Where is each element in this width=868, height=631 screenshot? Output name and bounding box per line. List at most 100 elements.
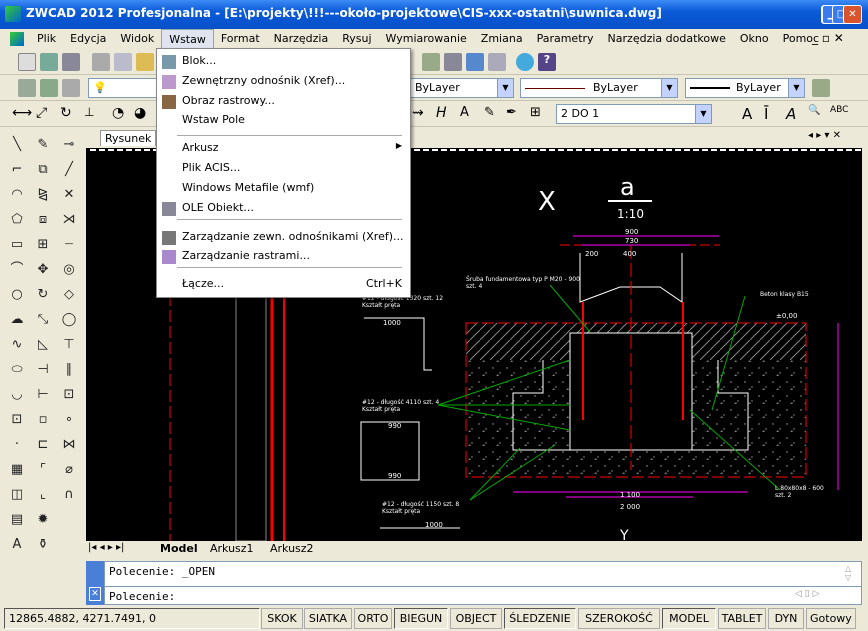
status-toggle-biegun[interactable]: BIEGUN [394,608,448,629]
status-toggle-model[interactable]: MODEL [662,608,716,629]
purge-icon[interactable]: ⚱ [34,536,52,554]
osnap-none-icon[interactable]: ⌀ [60,461,78,479]
color-combo[interactable]: ByLayer ▼ [410,78,514,98]
explode-icon[interactable]: ✹ [34,511,52,529]
arc2-icon[interactable]: ⌒ [8,261,26,279]
chevron-down-icon[interactable]: ▼ [788,79,804,97]
osnap-settings-icon[interactable]: ∩ [60,486,78,504]
status-toggle-tablet[interactable]: TABLET [718,608,766,629]
lineweight-combo[interactable]: ByLayer ▼ [685,78,805,98]
break-icon[interactable]: ▫ [34,411,52,429]
aligned-dim-icon[interactable]: ⤢ [36,105,54,123]
layers-icon[interactable] [62,79,80,97]
erase-icon[interactable]: ✎ [34,136,52,154]
copy-icon[interactable]: ⧉ [34,161,52,179]
menu-item[interactable]: Zarządzanie rastrami... [182,249,402,262]
calculator-icon[interactable] [488,53,506,71]
diameter-dim-icon[interactable]: ◕ [134,105,152,123]
menu-okno[interactable]: Okno [733,29,776,49]
ordinate-dim-icon[interactable]: ⊥ [84,105,102,123]
menu-wymiarowanie[interactable]: Wymiarowanie [379,29,474,49]
rotate-icon[interactable]: ↻ [34,286,52,304]
insert-block-icon[interactable]: ⊡ [8,411,26,429]
osnap-ext-icon[interactable]: ┈ [60,236,78,254]
menu-item[interactable]: Zewnętrzny odnośnik (Xref)... [182,74,402,87]
cloud-icon[interactable]: ☁ [8,311,26,329]
menu-widok[interactable]: Widok [113,29,161,49]
menu-narzedzia[interactable]: Narzędzia [267,29,336,49]
jogged-dim-icon[interactable]: ⇝ [412,105,430,123]
menu-rysuj[interactable]: Rysuj [335,29,378,49]
tab-nav-controls[interactable]: ◂ ▸ ▾ ✕ [808,130,841,141]
tab-scroll-buttons[interactable]: |◂ ◂ ▸ ▸| [88,542,124,553]
spline-icon[interactable]: ∿ [8,336,26,354]
linear-dim-icon[interactable]: ⟷ [12,105,32,123]
osnap-center-icon[interactable]: ◎ [60,261,78,279]
osnap-par-icon[interactable]: ∥ [60,361,78,379]
open-icon[interactable] [40,53,58,71]
command-scrollbar[interactable]: △ ▽ [845,564,859,584]
new-icon[interactable] [18,53,36,71]
command-hscrollbar[interactable]: ◁ ▯ ▷ [795,589,855,603]
osnap-node-icon[interactable]: ∘ [60,411,78,429]
help-icon[interactable]: ? [538,53,556,71]
dim-edit-icon[interactable]: ✎ [484,105,502,123]
move-icon[interactable]: ✥ [34,261,52,279]
dimstyle-combo[interactable]: 2 DO 1 ▼ [556,104,712,124]
plot-style-icon[interactable] [812,79,830,97]
menu-zmiana[interactable]: Zmiana [474,29,530,49]
mdi-controls[interactable]: _ ▫ ✕ [812,31,844,45]
tab-model[interactable]: Model [160,542,198,555]
status-toggle-skok[interactable]: SKOK [261,608,303,629]
circle-icon[interactable]: ○ [8,286,26,304]
menu-wstaw[interactable]: Wstaw [161,29,214,49]
osnap-ins-icon[interactable]: ⊡ [60,386,78,404]
preview-icon[interactable] [114,53,132,71]
menu-item[interactable]: Wstaw Pole [182,113,402,126]
osnap-quad-icon[interactable]: ◇ [60,286,78,304]
print-icon[interactable] [92,53,110,71]
radius-dim-icon[interactable]: ◔ [112,105,130,123]
table-icon[interactable]: ▤ [8,511,26,529]
hatch-icon[interactable]: ▦ [8,461,26,479]
text-style-icon[interactable]: A [786,105,804,123]
layer-manager-icon[interactable] [18,79,36,97]
osnap-endpoint-icon[interactable]: ⊸ [60,136,78,154]
array-icon[interactable]: ⊞ [34,236,52,254]
osnap-tan-icon[interactable]: ◯ [60,311,78,329]
menu-item[interactable]: Blok... [182,54,402,67]
dim-text-edit-icon[interactable]: A [460,105,478,123]
properties-icon[interactable] [422,53,440,71]
status-toggle-szerokość[interactable]: SZEROKOŚĆ [578,608,660,629]
menu-item[interactable]: Arkusz ▶ [182,141,402,154]
offset-icon[interactable]: ⧈ [34,211,52,229]
menu-parametry[interactable]: Parametry [530,29,601,49]
menu-item[interactable]: Windows Metafile (wmf) [182,181,402,194]
ellipse-icon[interactable]: ⬭ [8,361,26,379]
tool-palette-icon[interactable] [466,53,484,71]
extend-icon[interactable]: ⊢ [34,386,52,404]
tab-arkusz1[interactable]: Arkusz1 [210,542,254,555]
chevron-down-icon[interactable]: ▼ [497,79,513,97]
menu-format[interactable]: Format [214,29,267,49]
command-window-handle[interactable]: ✕ [86,561,104,605]
point-icon[interactable]: · [8,436,26,454]
chevron-down-icon[interactable]: ▼ [661,79,677,97]
rectangle-icon[interactable]: ▭ [8,236,26,254]
menu-item[interactable]: Obraz rastrowy... [182,94,402,107]
stretch-icon[interactable]: ◺ [34,336,52,354]
menu-item[interactable]: Łącze... Ctrl+K [182,277,402,290]
dim-update-icon[interactable]: ⊞ [530,105,548,123]
status-toggle-object[interactable]: OBJECT [450,608,502,629]
ellipse-arc-icon[interactable]: ◡ [8,386,26,404]
chevron-down-icon[interactable]: ▼ [695,105,711,123]
menu-plik[interactable]: Plik [30,29,63,49]
status-toggle-śledzenie[interactable]: ŚLEDZENIE [504,608,576,629]
dim-tedit-icon[interactable]: ✒ [506,105,524,123]
publish-icon[interactable] [136,53,154,71]
menu-item[interactable]: Zarządzanie zewn. odnośnikami (Xref)... [182,230,404,243]
fillet-icon[interactable]: ⌞ [34,486,52,504]
line-icon[interactable]: ╲ [8,136,26,154]
tab-arkusz2[interactable]: Arkusz2 [270,542,314,555]
scale-icon[interactable]: ⤡ [34,311,52,329]
